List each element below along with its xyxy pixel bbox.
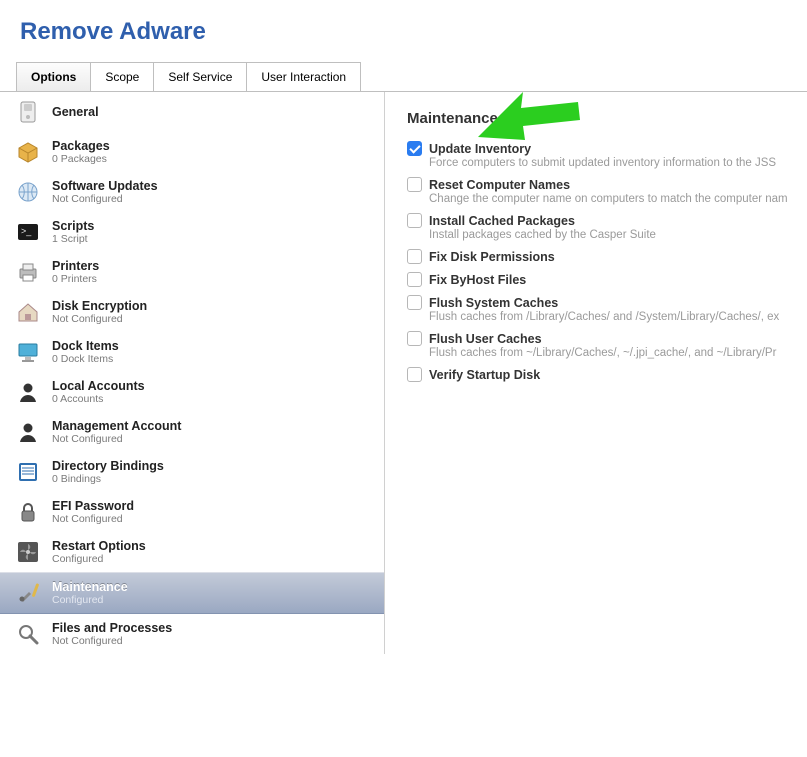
right-pane: Maintenance Update InventoryForce comput… — [385, 92, 807, 654]
sidebar-item-packages[interactable]: Packages0 Packages — [0, 132, 384, 172]
checkbox-install-cached-packages[interactable] — [407, 213, 422, 228]
sidebar-item-local-accounts[interactable]: Local Accounts0 Accounts — [0, 372, 384, 412]
option-install-cached-packages: Install Cached PackagesInstall packages … — [407, 213, 801, 241]
sidebar-item-label: Maintenance — [52, 580, 128, 594]
sidebar-item-management-account[interactable]: Management AccountNot Configured — [0, 412, 384, 452]
sidebar-item-general[interactable]: General — [0, 92, 384, 132]
sidebar-item-maintenance[interactable]: MaintenanceConfigured — [0, 572, 384, 614]
checkbox-fix-byhost-files[interactable] — [407, 272, 422, 287]
option-fix-byhost-files: Fix ByHost Files — [407, 272, 801, 287]
person-icon — [14, 378, 42, 406]
sidebar-item-label: Printers — [52, 259, 99, 273]
option-label: Fix ByHost Files — [429, 273, 526, 287]
sidebar-item-label: EFI Password — [52, 499, 134, 513]
option-label: Flush User Caches — [429, 332, 542, 346]
sidebar-item-label: Management Account — [52, 419, 181, 433]
sidebar-item-sub: Configured — [52, 594, 128, 606]
sidebar-item-label: Scripts — [52, 219, 94, 233]
sidebar-item-scripts[interactable]: >_ Scripts1 Script — [0, 212, 384, 252]
option-label: Update Inventory — [429, 142, 531, 156]
sidebar-item-label: Packages — [52, 139, 110, 153]
option-flush-system-caches: Flush System CachesFlush caches from /Li… — [407, 295, 801, 323]
globe-icon — [14, 178, 42, 206]
tools-icon — [14, 579, 42, 607]
option-update-inventory: Update InventoryForce computers to submi… — [407, 141, 801, 169]
sidebar-item-label: General — [52, 105, 99, 119]
main-area: GeneralPackages0 PackagesSoftware Update… — [0, 92, 807, 654]
option-flush-user-caches: Flush User CachesFlush caches from ~/Lib… — [407, 331, 801, 359]
printer-icon — [14, 258, 42, 286]
sidebar-item-efi-password[interactable]: EFI PasswordNot Configured — [0, 492, 384, 532]
monitor-icon — [14, 338, 42, 366]
sidebar-item-sub: Not Configured — [52, 313, 147, 325]
option-reset-computer-names: Reset Computer NamesChange the computer … — [407, 177, 801, 205]
option-desc: Flush caches from /Library/Caches/ and /… — [429, 311, 801, 323]
checkbox-flush-user-caches[interactable] — [407, 331, 422, 346]
sidebar-item-sub: Not Configured — [52, 635, 172, 647]
option-desc: Flush caches from ~/Library/Caches/, ~/.… — [429, 347, 801, 359]
checkbox-flush-system-caches[interactable] — [407, 295, 422, 310]
sidebar-item-label: Disk Encryption — [52, 299, 147, 313]
sidebar-item-label: Local Accounts — [52, 379, 145, 393]
sidebar-item-sub: 0 Packages — [52, 153, 110, 165]
sidebar-item-sub: 1 Script — [52, 233, 94, 245]
option-desc: Force computers to submit updated invent… — [429, 157, 801, 169]
sidebar-item-label: Software Updates — [52, 179, 158, 193]
tab-scope[interactable]: Scope — [90, 62, 154, 91]
book-icon — [14, 458, 42, 486]
tab-self-service[interactable]: Self Service — [153, 62, 247, 91]
page-title: Remove Adware — [0, 0, 807, 62]
magnifier-icon — [14, 620, 42, 648]
sidebar-item-sub: 0 Printers — [52, 273, 99, 285]
option-desc: Change the computer name on computers to… — [429, 193, 801, 205]
sidebar-item-sub: 0 Dock Items — [52, 353, 119, 365]
sidebar-item-sub: Not Configured — [52, 513, 134, 525]
sidebar-item-label: Dock Items — [52, 339, 119, 353]
option-fix-disk-permissions: Fix Disk Permissions — [407, 249, 801, 264]
sidebar-item-directory-bindings[interactable]: Directory Bindings0 Bindings — [0, 452, 384, 492]
sidebar-item-disk-encryption[interactable]: Disk EncryptionNot Configured — [0, 292, 384, 332]
checkbox-reset-computer-names[interactable] — [407, 177, 422, 192]
sidebar: GeneralPackages0 PackagesSoftware Update… — [0, 92, 385, 654]
package-icon — [14, 138, 42, 166]
checkbox-verify-startup-disk[interactable] — [407, 367, 422, 382]
sidebar-item-dock-items[interactable]: Dock Items0 Dock Items — [0, 332, 384, 372]
option-desc: Install packages cached by the Casper Su… — [429, 229, 801, 241]
house-lock-icon — [14, 298, 42, 326]
terminal-icon: >_ — [14, 218, 42, 246]
checkbox-fix-disk-permissions[interactable] — [407, 249, 422, 264]
sidebar-item-sub: Not Configured — [52, 433, 181, 445]
option-label: Install Cached Packages — [429, 214, 575, 228]
sidebar-item-label: Directory Bindings — [52, 459, 164, 473]
svg-text:>_: >_ — [21, 226, 32, 236]
option-label: Flush System Caches — [429, 296, 558, 310]
sidebar-item-sub: 0 Accounts — [52, 393, 145, 405]
tab-user-interaction[interactable]: User Interaction — [246, 62, 361, 91]
option-label: Reset Computer Names — [429, 178, 570, 192]
sidebar-item-sub: 0 Bindings — [52, 473, 164, 485]
fan-icon — [14, 538, 42, 566]
option-label: Verify Startup Disk — [429, 368, 540, 382]
sidebar-item-label: Restart Options — [52, 539, 146, 553]
sidebar-item-label: Files and Processes — [52, 621, 172, 635]
sidebar-item-sub: Not Configured — [52, 193, 158, 205]
option-label: Fix Disk Permissions — [429, 250, 555, 264]
sidebar-item-printers[interactable]: Printers0 Printers — [0, 252, 384, 292]
lock-icon — [14, 498, 42, 526]
switch-icon — [14, 98, 42, 126]
maintenance-options-list: Update InventoryForce computers to submi… — [407, 141, 801, 382]
tab-bar: OptionsScopeSelf ServiceUser Interaction — [16, 62, 807, 91]
checkbox-update-inventory[interactable] — [407, 141, 422, 156]
sidebar-item-software-updates[interactable]: Software UpdatesNot Configured — [0, 172, 384, 212]
person-icon — [14, 418, 42, 446]
sidebar-item-restart-options[interactable]: Restart OptionsConfigured — [0, 532, 384, 572]
sidebar-item-files-processes[interactable]: Files and ProcessesNot Configured — [0, 614, 384, 654]
sidebar-item-sub: Configured — [52, 553, 146, 565]
panel-title: Maintenance — [407, 110, 801, 127]
option-verify-startup-disk: Verify Startup Disk — [407, 367, 801, 382]
tab-options[interactable]: Options — [16, 62, 91, 91]
